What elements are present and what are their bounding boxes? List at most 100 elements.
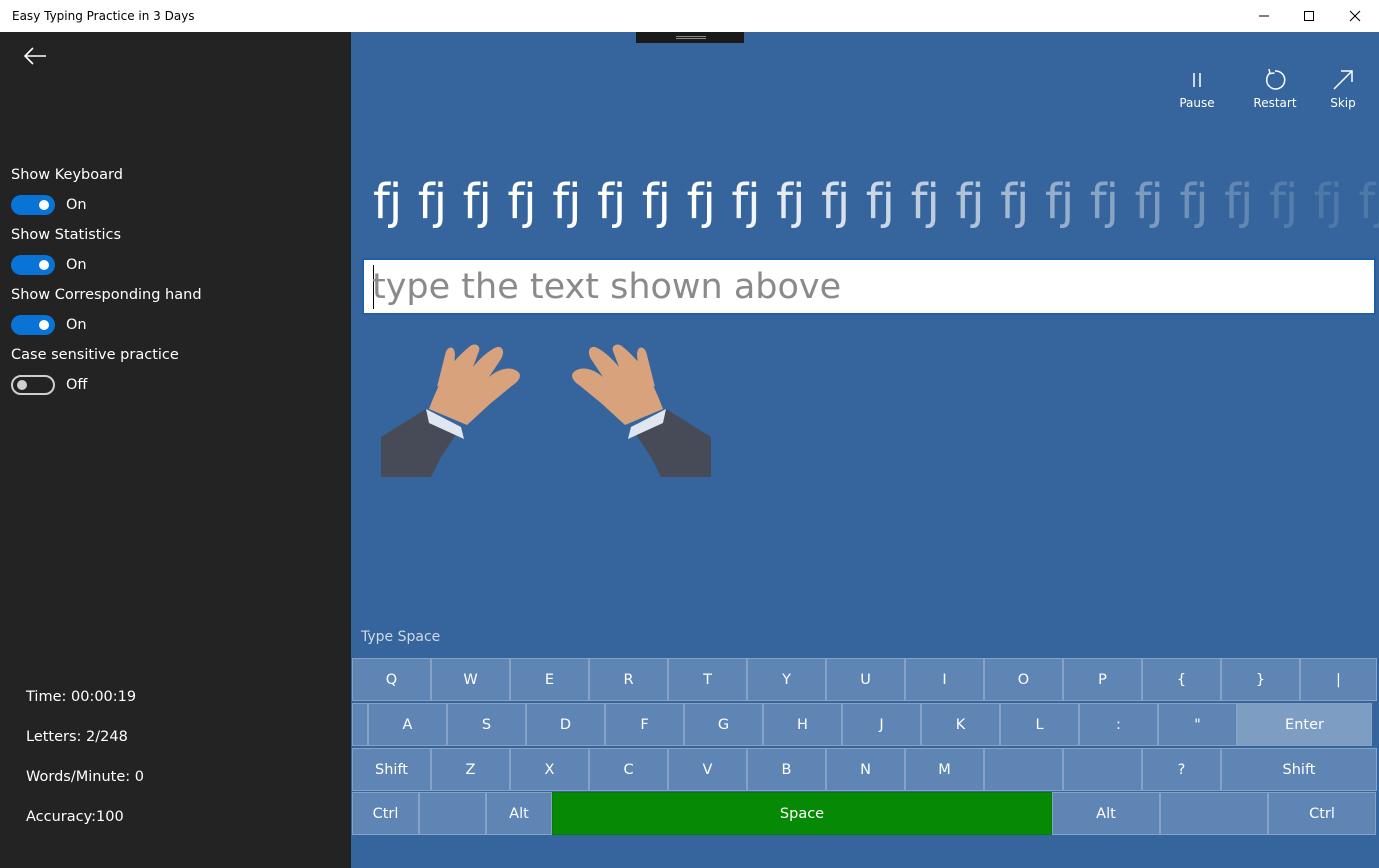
key-right-alt[interactable]: Alt bbox=[1052, 792, 1160, 835]
key-pipe[interactable]: | bbox=[1300, 658, 1377, 701]
key-menu[interactable] bbox=[1160, 792, 1268, 835]
practice-word: fj bbox=[910, 174, 940, 230]
key-colon[interactable]: : bbox=[1079, 703, 1158, 746]
key-j[interactable]: J bbox=[842, 703, 921, 746]
practice-word: fj bbox=[417, 174, 447, 230]
practice-text: fj fj fj fj fj fj fj fj fj fj fj fj fj fj fj fj fj fj fj fj… bbox=[373, 174, 1379, 244]
typing-input[interactable] bbox=[372, 264, 1362, 310]
window-title: Easy Typing Practice in 3 Days bbox=[12, 9, 195, 23]
stat-letters: Letters: 2/248 bbox=[26, 729, 128, 745]
key-space[interactable]: Space bbox=[552, 792, 1052, 835]
show-keyboard-toggle[interactable] bbox=[11, 195, 55, 215]
key-b[interactable]: B bbox=[747, 748, 826, 791]
hands-illustration bbox=[381, 344, 711, 477]
practice-word: fj bbox=[686, 174, 716, 230]
practice-word: fj bbox=[552, 174, 581, 230]
skip-arrow-icon bbox=[1313, 66, 1373, 94]
keyboard-row-2: A S D F G H J K L : " Enter bbox=[352, 703, 1372, 746]
practice-word: fj bbox=[955, 174, 984, 230]
key-left-shift[interactable]: Shift bbox=[352, 748, 431, 791]
key-quote[interactable]: " bbox=[1158, 703, 1237, 746]
key-l[interactable]: L bbox=[1000, 703, 1079, 746]
skip-label: Skip bbox=[1330, 96, 1356, 110]
key-right-ctrl[interactable]: Ctrl bbox=[1268, 792, 1376, 835]
restart-icon bbox=[1245, 66, 1305, 94]
key-x[interactable]: X bbox=[510, 748, 589, 791]
show-hand-toggle[interactable] bbox=[11, 315, 55, 335]
key-left-ctrl[interactable]: Ctrl bbox=[352, 792, 419, 835]
practice-word: fj bbox=[731, 174, 760, 230]
key-right-shift[interactable]: Shift bbox=[1221, 748, 1377, 791]
minimize-button[interactable] bbox=[1241, 0, 1287, 32]
key-q[interactable]: Q bbox=[352, 658, 431, 701]
skip-button[interactable]: Skip bbox=[1313, 66, 1373, 110]
key-w[interactable]: W bbox=[431, 658, 510, 701]
key-o[interactable]: O bbox=[984, 658, 1063, 701]
key-right-brace[interactable]: } bbox=[1221, 658, 1300, 701]
maximize-icon bbox=[1304, 11, 1314, 21]
typing-input-box[interactable] bbox=[362, 258, 1376, 315]
key-f[interactable]: F bbox=[605, 703, 684, 746]
practice-word: fj bbox=[641, 174, 671, 230]
key-blank[interactable] bbox=[352, 703, 368, 746]
practice-word: fj bbox=[820, 174, 850, 230]
pause-button[interactable]: Pause bbox=[1167, 66, 1227, 110]
key-r[interactable]: R bbox=[589, 658, 668, 701]
drag-handle[interactable] bbox=[636, 32, 744, 43]
key-a[interactable]: A bbox=[368, 703, 447, 746]
stat-accuracy: Accuracy:100 bbox=[26, 809, 124, 825]
key-s[interactable]: S bbox=[447, 703, 526, 746]
key-h[interactable]: H bbox=[763, 703, 842, 746]
practice-area: Pause Restart Skip fj fj fj fj fj fj fj fj fj fj f… bbox=[351, 32, 1379, 868]
show-statistics-state: On bbox=[66, 257, 87, 273]
maximize-button[interactable] bbox=[1286, 0, 1332, 32]
key-d[interactable]: D bbox=[526, 703, 605, 746]
key-p[interactable]: P bbox=[1063, 658, 1142, 701]
key-left-brace[interactable]: { bbox=[1142, 658, 1221, 701]
key-question[interactable]: ? bbox=[1142, 748, 1221, 791]
keyboard-row-4: Ctrl Alt Space Alt Ctrl bbox=[352, 792, 1376, 835]
key-blank[interactable] bbox=[1063, 748, 1142, 791]
key-enter[interactable]: Enter bbox=[1237, 703, 1372, 746]
show-statistics-toggle[interactable] bbox=[11, 255, 55, 275]
case-sensitive-label: Case sensitive practice bbox=[11, 347, 179, 363]
toggle-knob bbox=[39, 320, 49, 330]
stat-time: Time: 00:00:19 bbox=[26, 689, 137, 705]
key-c[interactable]: C bbox=[589, 748, 668, 791]
back-arrow-icon bbox=[23, 47, 46, 65]
key-z[interactable]: Z bbox=[431, 748, 510, 791]
key-g[interactable]: G bbox=[684, 703, 763, 746]
key-k[interactable]: K bbox=[921, 703, 1000, 746]
title-bar: Easy Typing Practice in 3 Days bbox=[0, 0, 1379, 32]
key-win[interactable] bbox=[419, 792, 486, 835]
case-sensitive-toggle[interactable] bbox=[11, 375, 55, 395]
stat-wpm: Words/Minute: 0 bbox=[26, 769, 144, 785]
show-hand-state: On bbox=[66, 317, 87, 333]
practice-word: fj bbox=[1179, 174, 1208, 230]
case-sensitive-state: Off bbox=[66, 377, 88, 393]
key-m[interactable]: M bbox=[905, 748, 984, 791]
toggle-knob bbox=[39, 200, 49, 210]
practice-word: fj bbox=[373, 174, 402, 230]
key-left-alt[interactable]: Alt bbox=[486, 792, 552, 835]
show-hand-label: Show Corresponding hand bbox=[11, 287, 202, 303]
key-n[interactable]: N bbox=[826, 748, 905, 791]
toggle-knob bbox=[39, 260, 49, 270]
instruction-hint: Type Space bbox=[361, 629, 441, 645]
key-v[interactable]: V bbox=[668, 748, 747, 791]
key-e[interactable]: E bbox=[510, 658, 589, 701]
practice-word: fj bbox=[1313, 174, 1343, 230]
close-button[interactable] bbox=[1332, 0, 1378, 32]
key-t[interactable]: T bbox=[668, 658, 747, 701]
key-u[interactable]: U bbox=[826, 658, 905, 701]
key-y[interactable]: Y bbox=[747, 658, 826, 701]
practice-word: fj bbox=[1134, 174, 1164, 230]
keyboard-row-1: Q W E R T Y U I O P { } | bbox=[352, 658, 1377, 701]
restart-button[interactable]: Restart bbox=[1245, 66, 1305, 110]
practice-word: fj bbox=[1044, 174, 1074, 230]
key-blank[interactable] bbox=[984, 748, 1063, 791]
right-hand-icon bbox=[572, 344, 711, 477]
key-i[interactable]: I bbox=[905, 658, 984, 701]
back-button[interactable] bbox=[22, 46, 50, 68]
practice-word: fj bbox=[1000, 174, 1029, 230]
